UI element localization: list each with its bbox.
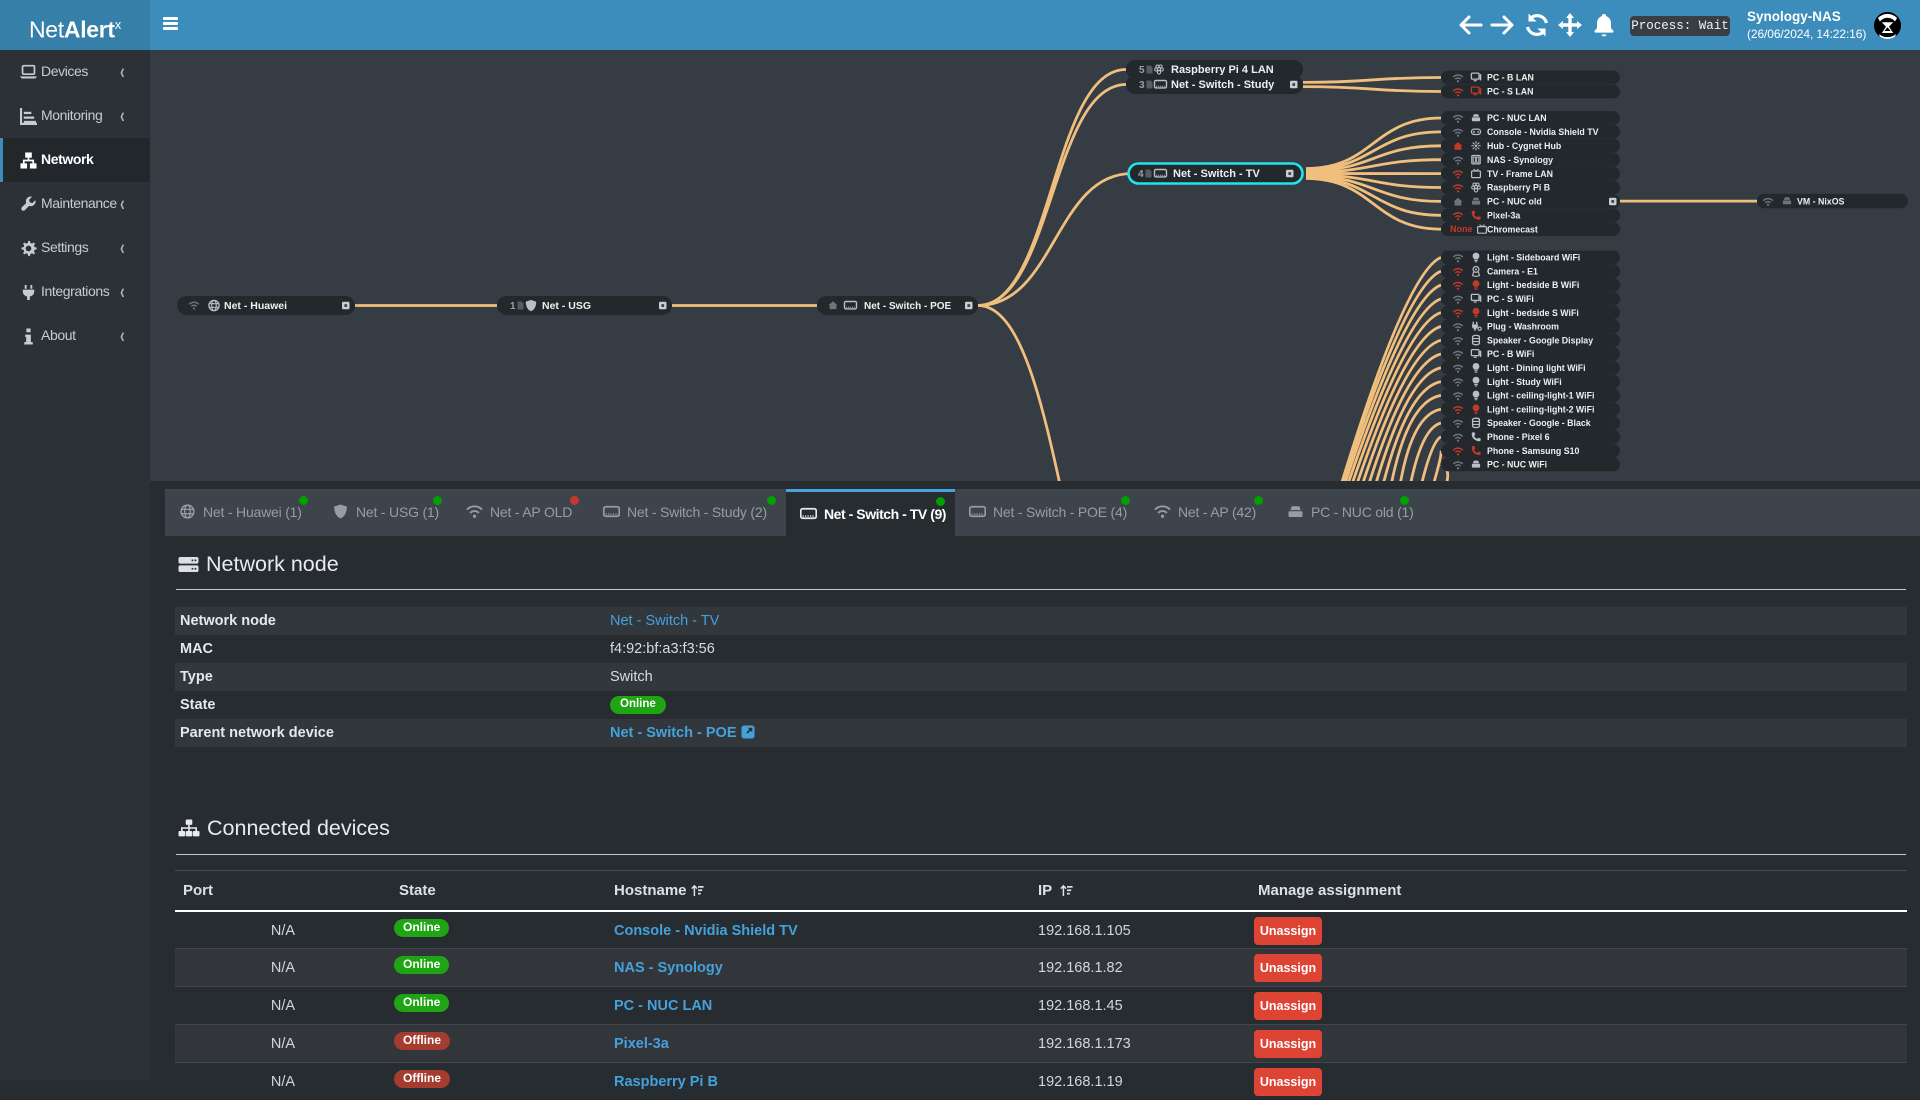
svg-text:PC - NUC LAN: PC - NUC LAN [1487,113,1547,123]
svg-text:Speaker - Google Display: Speaker - Google Display [1487,335,1593,345]
svg-text:Console - Nvidia Shield TV: Console - Nvidia Shield TV [1487,127,1599,137]
svg-text:Net - Huawei: Net - Huawei [224,300,287,312]
svg-text:Pixel-3a: Pixel-3a [1487,211,1520,221]
svg-text:3: 3 [1139,80,1145,91]
svg-text:Net - Switch - Study: Net - Switch - Study [1171,79,1275,91]
svg-text:NAS - Synology: NAS - Synology [1487,155,1553,165]
svg-text:PC - NUC old: PC - NUC old [1487,197,1542,207]
svg-text:Light - Study WiFi: Light - Study WiFi [1487,377,1562,387]
svg-text:Net - Switch - TV: Net - Switch - TV [1173,168,1260,180]
svg-text:Net - USG: Net - USG [542,300,591,312]
svg-text:Light - ceiling-light-2 WiFi: Light - ceiling-light-2 WiFi [1487,404,1594,414]
svg-text:Camera - E1: Camera - E1 [1487,266,1538,276]
svg-text:Light - Dining light WiFi: Light - Dining light WiFi [1487,363,1586,373]
svg-text:Light - Sideboard WiFi: Light - Sideboard WiFi [1487,253,1580,263]
svg-text:PC - B WiFi: PC - B WiFi [1487,349,1534,359]
svg-text:VM - NixOS: VM - NixOS [1797,196,1845,206]
svg-text:PC - NUC WiFi: PC - NUC WiFi [1487,460,1547,470]
svg-text:Light - bedside B WiFi: Light - bedside B WiFi [1487,280,1579,290]
svg-text:Phone - Pixel 6: Phone - Pixel 6 [1487,432,1550,442]
svg-text:PC - S WiFi: PC - S WiFi [1487,294,1534,304]
svg-text:PC - B LAN: PC - B LAN [1487,73,1534,83]
svg-text:Raspberry Pi 4 LAN: Raspberry Pi 4 LAN [1171,64,1274,76]
svg-text:Chromecast: Chromecast [1487,224,1538,234]
svg-text:Speaker - Google - Black: Speaker - Google - Black [1487,418,1591,428]
svg-text:Light - bedside S WiFi: Light - bedside S WiFi [1487,308,1579,318]
svg-text:Net - Switch - POE: Net - Switch - POE [864,301,952,312]
svg-text:TV - Frame LAN: TV - Frame LAN [1487,169,1553,179]
svg-text:4: 4 [1138,169,1144,180]
svg-text:PC - S LAN: PC - S LAN [1487,87,1533,97]
svg-text:Light - ceiling-light-1 WiFi: Light - ceiling-light-1 WiFi [1487,391,1594,401]
svg-text:None: None [1450,224,1473,234]
svg-text:Hub - Cygnet Hub: Hub - Cygnet Hub [1487,141,1562,151]
svg-text:Phone - Samsung S10: Phone - Samsung S10 [1487,446,1579,456]
svg-text:1: 1 [510,301,516,312]
svg-text:Raspberry Pi B: Raspberry Pi B [1487,183,1550,193]
svg-text:Plug - Washroom: Plug - Washroom [1487,322,1559,332]
svg-text:5: 5 [1139,65,1145,76]
